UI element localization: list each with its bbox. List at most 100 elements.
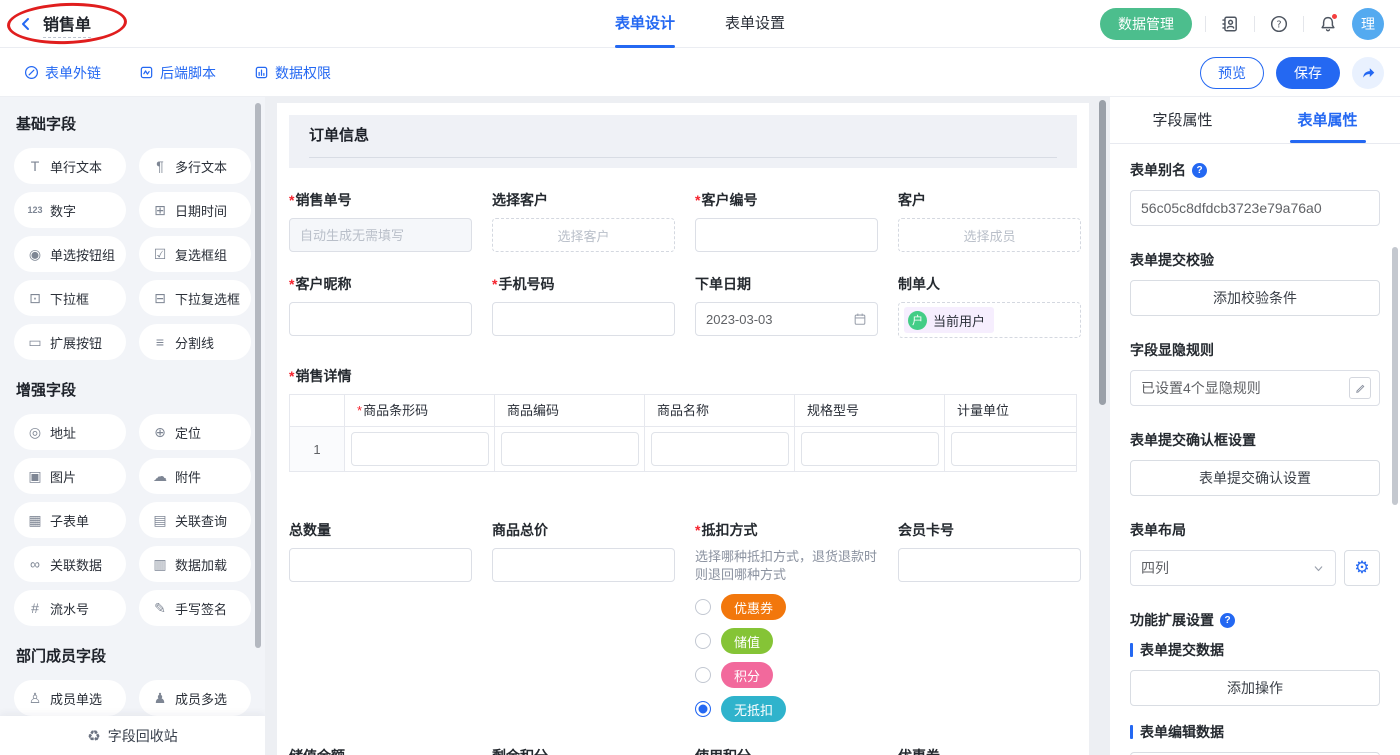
tab-field-properties[interactable]: 字段属性 [1110,97,1255,143]
help-icon[interactable]: ? [1192,163,1207,178]
group-header[interactable]: 订单信息 [289,115,1077,168]
form-alias-input[interactable] [1130,190,1380,226]
radio-option-stored-value[interactable]: 储值 [695,628,878,654]
canvas-scrollbar[interactable] [1099,100,1106,405]
barcode-input[interactable] [351,432,489,466]
submit-confirm-settings-button[interactable]: 表单提交确认设置 [1130,460,1380,496]
palette-item-linked-data[interactable]: ∞关联数据 [14,546,126,582]
customer-member-picker[interactable]: 选择成员 [898,218,1081,252]
total-price-input[interactable] [492,548,675,582]
back-area[interactable]: 销售单 [18,0,91,48]
group-title: 订单信息 [309,115,1057,158]
palette-item-address[interactable]: ◎地址 [14,414,126,450]
detail-subtable: 商品条形码 商品编码 商品名称 规格型号 计量单位 1 [289,394,1077,472]
unit-input[interactable] [951,432,1078,466]
palette-item-extend-button[interactable]: ▭扩展按钮 [14,324,126,360]
product-code-input[interactable] [501,432,639,466]
order-date-picker[interactable]: 2023-03-03 [695,302,878,336]
field-choose-customer[interactable]: 选择客户 选择客户 [492,190,675,252]
sale-no-input[interactable] [289,218,472,252]
preview-button[interactable]: 预览 [1200,57,1264,89]
field-label: 总数量 [289,520,472,540]
product-name-input[interactable] [651,432,789,466]
extend-settings-group: 功能扩展设置 ? 表单提交数据 添加操作 表单编辑数据 添加操作 [1130,610,1380,755]
palette-item-member-single[interactable]: ♙成员单选 [14,680,126,716]
member-card-input[interactable] [898,548,1081,582]
palette-item-serial-number[interactable]: #流水号 [14,590,126,626]
palette-item-divider-line[interactable]: ≡分割线 [139,324,251,360]
palette-item-number[interactable]: 123数字 [14,192,126,228]
field-total-price[interactable]: 商品总价 [492,520,675,722]
field-customer-nick[interactable]: 客户昵称 [289,274,472,338]
back-chevron-icon[interactable] [18,16,34,32]
palette-item-select[interactable]: ⊡下拉框 [14,280,126,316]
customer-no-input[interactable] [695,218,878,252]
subtable-index-header [290,395,345,427]
field-total-qty[interactable]: 总数量 [289,520,472,722]
panel-scrollbar[interactable] [1392,247,1398,505]
backend-script-item[interactable]: 后端脚本 [139,63,216,83]
radio-option-coupon[interactable]: 优惠券 [695,594,878,620]
data-manage-button[interactable]: 数据管理 [1100,8,1192,40]
address-book-icon[interactable] [1219,13,1241,35]
palette-item-checkbox-group[interactable]: ☑复选框组 [139,236,251,272]
total-qty-input[interactable] [289,548,472,582]
sidebar-scrollbar[interactable] [255,103,261,648]
palette-item-attachment[interactable]: ☁附件 [139,458,251,494]
field-customer[interactable]: 客户 选择成员 [898,190,1081,252]
field-deduct-mode[interactable]: 抵扣方式 选择哪种抵扣方式，退货退款时则退回哪种方式 优惠券 储值 [695,520,878,722]
palette-item-location[interactable]: ⊕定位 [139,414,251,450]
creator-picker[interactable]: 户 当前用户 [898,302,1081,338]
spec-input[interactable] [801,432,939,466]
palette-item-data-load[interactable]: ▥数据加载 [139,546,251,582]
palette-item-subform[interactable]: ▦子表单 [14,502,126,538]
data-load-icon: ▥ [152,556,168,573]
external-link-item[interactable]: 表单外链 [24,63,101,83]
share-button[interactable] [1352,57,1384,89]
tab-form-design[interactable]: 表单设计 [615,0,675,48]
submit-data-label: 表单提交数据 [1140,640,1224,660]
layout-select[interactable]: 四列 [1130,550,1336,586]
edit-icon[interactable] [1349,377,1371,399]
layout-gear-button[interactable]: ⚙ [1344,550,1380,586]
avatar[interactable]: 理 [1352,8,1384,40]
field-customer-no[interactable]: 客户编号 [695,190,878,252]
radio-option-points[interactable]: 积分 [695,662,878,688]
field-label-coupon: 优惠券 [898,746,1081,755]
radio-icon-selected [695,701,711,717]
field-creator[interactable]: 制单人 户 当前用户 [898,274,1081,338]
add-validate-condition-button[interactable]: 添加校验条件 [1130,280,1380,316]
palette-item-signature[interactable]: ✎手写签名 [139,590,251,626]
blue-bar [1130,725,1133,739]
choose-customer-picker[interactable]: 选择客户 [492,218,675,252]
visibility-rules-box[interactable]: 已设置4个显隐规则 [1130,370,1380,406]
edit-data-subheader: 表单编辑数据 [1130,722,1380,742]
customer-nick-input[interactable] [289,302,472,336]
notification-bell-icon[interactable] [1317,13,1339,35]
field-recycle-bin[interactable]: ♻ 字段回收站 [0,716,265,755]
radio-option-no-deduct[interactable]: 无抵扣 [695,696,878,722]
palette-item-member-multi[interactable]: ♟成员多选 [139,680,251,716]
section-title-member: 部门成员字段 [16,645,249,666]
tab-form-properties[interactable]: 表单属性 [1255,97,1400,143]
form-layout-label: 表单布局 [1130,520,1186,540]
help-icon[interactable]: ? [1220,613,1235,628]
field-phone[interactable]: 手机号码 [492,274,675,338]
palette-item-multi-select[interactable]: ⊟下拉复选框 [139,280,251,316]
data-permission-item[interactable]: 数据权限 [254,63,331,83]
palette-item-single-line-text[interactable]: T单行文本 [14,148,126,184]
save-button[interactable]: 保存 [1276,57,1340,89]
field-member-card[interactable]: 会员卡号 [898,520,1081,722]
palette-item-radio-group[interactable]: ◉单选按钮组 [14,236,126,272]
field-order-date[interactable]: 下单日期 2023-03-03 [695,274,878,338]
field-sale-no[interactable]: 销售单号 [289,190,472,252]
form-title[interactable]: 销售单 [43,11,91,38]
palette-item-multi-line-text[interactable]: ¶多行文本 [139,148,251,184]
palette-item-image[interactable]: ▣图片 [14,458,126,494]
help-icon[interactable]: ? [1268,13,1290,35]
phone-input[interactable] [492,302,675,336]
add-submit-action-button[interactable]: 添加操作 [1130,670,1380,706]
palette-item-datetime[interactable]: ⊞日期时间 [139,192,251,228]
tab-form-settings[interactable]: 表单设置 [725,0,785,48]
palette-item-linked-query[interactable]: ▤关联查询 [139,502,251,538]
